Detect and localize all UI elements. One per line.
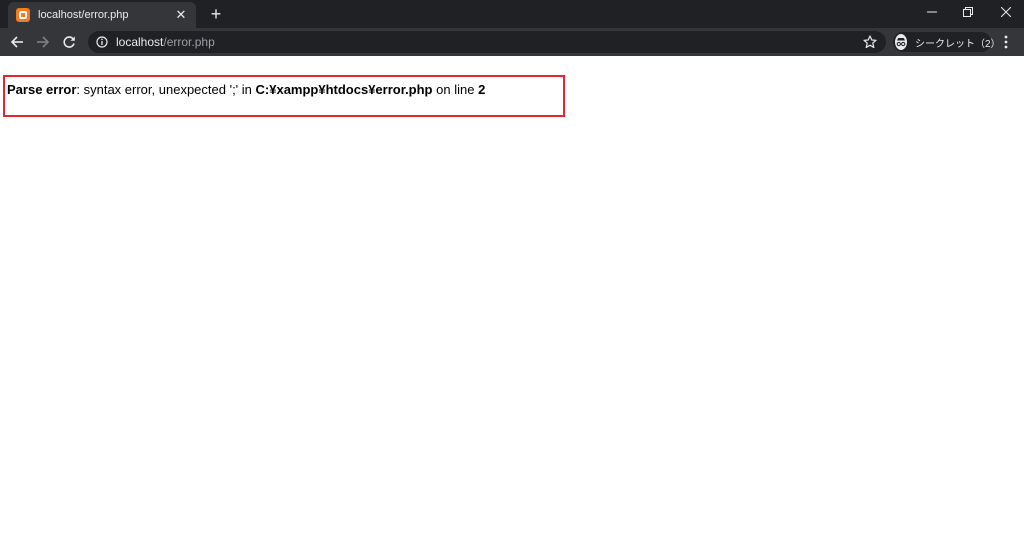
- forward-arrow-icon: [37, 36, 50, 48]
- error-message: : syntax error, unexpected ';' in: [76, 82, 256, 97]
- close-window-button[interactable]: [988, 0, 1024, 24]
- error-line-prefix: on line: [432, 82, 479, 97]
- address-bar[interactable]: localhost/error.php: [88, 31, 886, 53]
- kebab-menu-icon: [1004, 35, 1008, 49]
- url-host: localhost: [116, 35, 164, 49]
- url-path: /error.php: [163, 35, 215, 49]
- incognito-indicator[interactable]: シークレット（2）: [893, 32, 1001, 52]
- reload-button[interactable]: [59, 32, 79, 52]
- incognito-icon: [895, 34, 907, 50]
- restore-icon: [963, 7, 973, 17]
- xampp-favicon-icon: [16, 8, 30, 22]
- error-line-number: 2: [478, 82, 486, 97]
- tab-title: localhost/error.php: [38, 9, 129, 21]
- back-arrow-icon: [10, 36, 23, 48]
- tab-strip: localhost/error.php ✕ +: [0, 0, 1024, 28]
- bookmark-button[interactable]: [862, 34, 878, 50]
- tab-close-icon[interactable]: ✕: [174, 8, 188, 22]
- forward-button[interactable]: [33, 32, 53, 52]
- incognito-label: シークレット（2）: [915, 38, 1001, 50]
- php-parse-error-message: Parse error: syntax error, unexpected ';…: [7, 82, 485, 98]
- minimize-button[interactable]: [914, 0, 950, 24]
- new-tab-button[interactable]: +: [206, 4, 226, 24]
- reload-icon: [63, 36, 75, 48]
- error-label: Parse error: [7, 82, 77, 97]
- close-icon: [1001, 7, 1011, 17]
- browser-toolbar: localhost/error.php シークレット（2）: [0, 28, 1024, 56]
- error-file-path: C:¥xampp¥htdocs¥error.php: [255, 82, 433, 97]
- tab-localhost-error[interactable]: localhost/error.php ✕: [8, 2, 196, 28]
- info-icon[interactable]: [96, 36, 108, 48]
- back-button[interactable]: [7, 32, 27, 52]
- url-text[interactable]: localhost/error.php: [116, 35, 215, 49]
- browser-menu-button[interactable]: [998, 32, 1014, 52]
- minimize-icon: [927, 11, 937, 13]
- star-icon: [863, 35, 877, 49]
- restore-button[interactable]: [950, 0, 986, 24]
